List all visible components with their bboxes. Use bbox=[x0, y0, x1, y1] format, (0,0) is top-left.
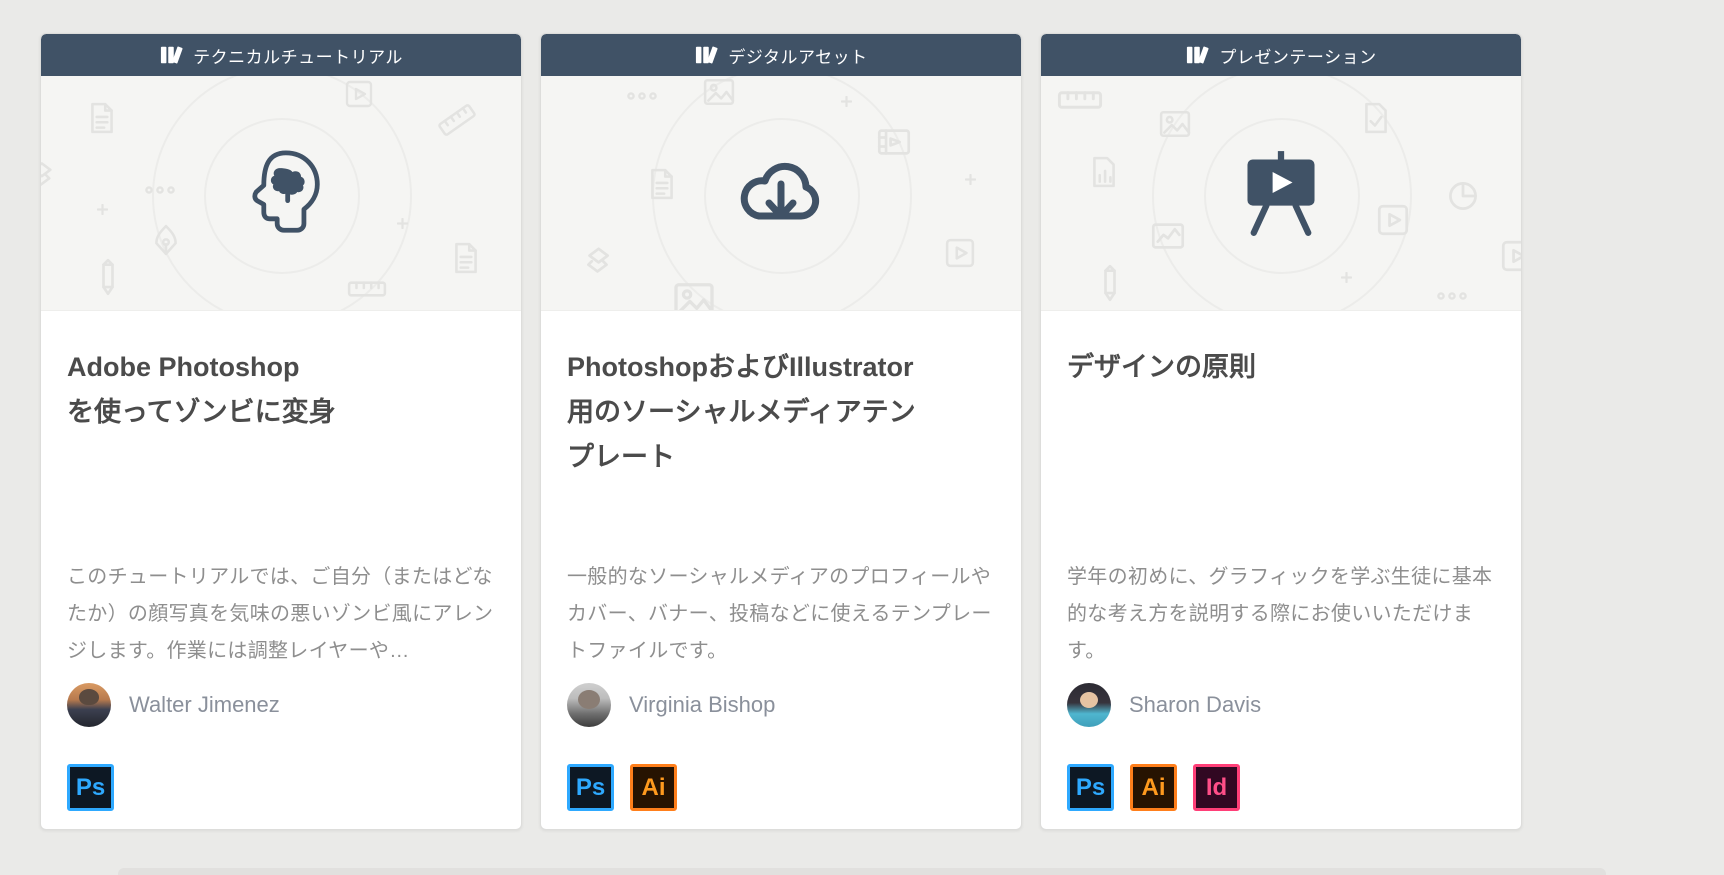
course-cards-row: テクニカルチュートリアル Adobe Photoshop を使ってゾンビに変身 bbox=[40, 33, 1522, 830]
author-name: Walter Jimenez bbox=[129, 692, 280, 717]
category-label: テクニカルチュートリアル bbox=[193, 47, 403, 67]
category-bar: デジタルアセット bbox=[541, 34, 1021, 76]
ellipsis-icon bbox=[1437, 292, 1467, 300]
pencil-icon bbox=[1101, 264, 1119, 302]
next-section-peek bbox=[118, 868, 1606, 875]
sparkle-icon bbox=[97, 204, 108, 215]
category-bar: プレゼンテーション bbox=[1041, 34, 1521, 76]
card-body: PhotoshopおよびIllustrator 用のソーシャルメディアテン プレ… bbox=[541, 311, 1021, 829]
author-row[interactable]: Walter Jimenez bbox=[67, 683, 495, 727]
layers-icon bbox=[41, 158, 61, 188]
books-icon bbox=[694, 44, 718, 66]
card-description: 一般的なソーシャルメディアのプロフィールやカバー、バナー、投稿などに使えるテンプ… bbox=[567, 566, 992, 662]
card-hero-image bbox=[541, 76, 1021, 311]
ruler-icon bbox=[1057, 90, 1103, 110]
pie-chart-icon bbox=[1447, 180, 1479, 212]
author-name: Sharon Davis bbox=[1129, 692, 1262, 717]
photoshop-badge: Ps bbox=[67, 764, 114, 811]
document-icon bbox=[453, 242, 479, 274]
ruler-icon bbox=[347, 280, 387, 298]
course-card-zombie-tutorial[interactable]: テクニカルチュートリアル Adobe Photoshop を使ってゾンビに変身 bbox=[40, 33, 522, 830]
books-icon bbox=[1185, 44, 1209, 66]
document-icon bbox=[89, 102, 115, 134]
books-icon bbox=[159, 44, 183, 66]
ellipsis-icon bbox=[627, 92, 657, 100]
card-title[interactable]: デザインの原則 bbox=[1067, 345, 1495, 559]
card-body: デザインの原則 学年の初めに、グラフィックを学ぶ生徒に基本的な考え方を説明する際… bbox=[1041, 311, 1521, 829]
card-hero-image bbox=[41, 76, 521, 311]
avatar bbox=[567, 683, 611, 727]
image-icon bbox=[673, 282, 715, 311]
card-title[interactable]: Adobe Photoshop を使ってゾンビに変身 bbox=[67, 345, 495, 559]
cloud-download-icon bbox=[740, 162, 820, 220]
card-title[interactable]: PhotoshopおよびIllustrator 用のソーシャルメディアテン プレ… bbox=[567, 345, 995, 559]
app-badges: Ps Ai Id bbox=[1067, 764, 1240, 811]
illustrator-badge: Ai bbox=[630, 764, 677, 811]
layers-icon bbox=[585, 244, 619, 274]
photoshop-badge: Ps bbox=[1067, 764, 1114, 811]
line-chart-icon bbox=[1151, 222, 1185, 250]
course-card-social-templates[interactable]: デジタルアセット PhotoshopおよびIllustrator 用のソーシャル… bbox=[540, 33, 1022, 830]
card-hero-image bbox=[1041, 76, 1521, 311]
indesign-badge: Id bbox=[1193, 764, 1240, 811]
avatar bbox=[67, 683, 111, 727]
author-row[interactable]: Virginia Bishop bbox=[567, 683, 995, 727]
play-document-icon bbox=[945, 238, 975, 268]
play-document-icon bbox=[1501, 240, 1521, 272]
pencil-icon bbox=[99, 258, 117, 296]
ellipsis-icon bbox=[145, 186, 175, 194]
card-description: 学年の初めに、グラフィックを学ぶ生徒に基本的な考え方を説明する際にお使いいただけ… bbox=[1067, 566, 1493, 662]
image-icon bbox=[1159, 110, 1191, 138]
pen-nib-icon bbox=[153, 224, 179, 256]
course-card-design-principles[interactable]: プレゼンテーション デザインの原則 学年の初めに、グラフィックを学ぶ生徒に基本的… bbox=[1040, 33, 1522, 830]
card-body: Adobe Photoshop を使ってゾンビに変身 このチュートリアルでは、ご… bbox=[41, 311, 521, 829]
film-icon bbox=[877, 128, 911, 156]
category-label: プレゼンテーション bbox=[1219, 47, 1377, 67]
avatar bbox=[1067, 683, 1111, 727]
document-icon bbox=[649, 168, 675, 200]
image-icon bbox=[703, 78, 735, 106]
presentation-easel-icon bbox=[1247, 151, 1315, 236]
document-check-icon bbox=[1363, 102, 1389, 134]
play-document-icon bbox=[1377, 204, 1409, 236]
play-document-icon bbox=[345, 80, 373, 108]
category-bar: テクニカルチュートリアル bbox=[41, 34, 521, 76]
illustrator-badge: Ai bbox=[1130, 764, 1177, 811]
sparkle-icon bbox=[397, 218, 408, 229]
category-label: デジタルアセット bbox=[728, 47, 868, 67]
sparkle-icon bbox=[1341, 272, 1352, 283]
sparkle-icon bbox=[965, 174, 976, 185]
bar-chart-icon bbox=[1091, 156, 1117, 188]
author-name: Virginia Bishop bbox=[629, 692, 776, 717]
sparkle-icon bbox=[841, 96, 852, 107]
brain-head-icon bbox=[252, 150, 320, 233]
app-badges: Ps Ai bbox=[567, 764, 677, 811]
card-description: このチュートリアルでは、ご自分（またはどなたか）の顔写真を気味の悪いゾンビ風にア… bbox=[67, 566, 494, 662]
app-badges: Ps bbox=[67, 764, 114, 811]
photoshop-badge: Ps bbox=[567, 764, 614, 811]
marker-pen-icon bbox=[434, 99, 481, 142]
author-row[interactable]: Sharon Davis bbox=[1067, 683, 1495, 727]
